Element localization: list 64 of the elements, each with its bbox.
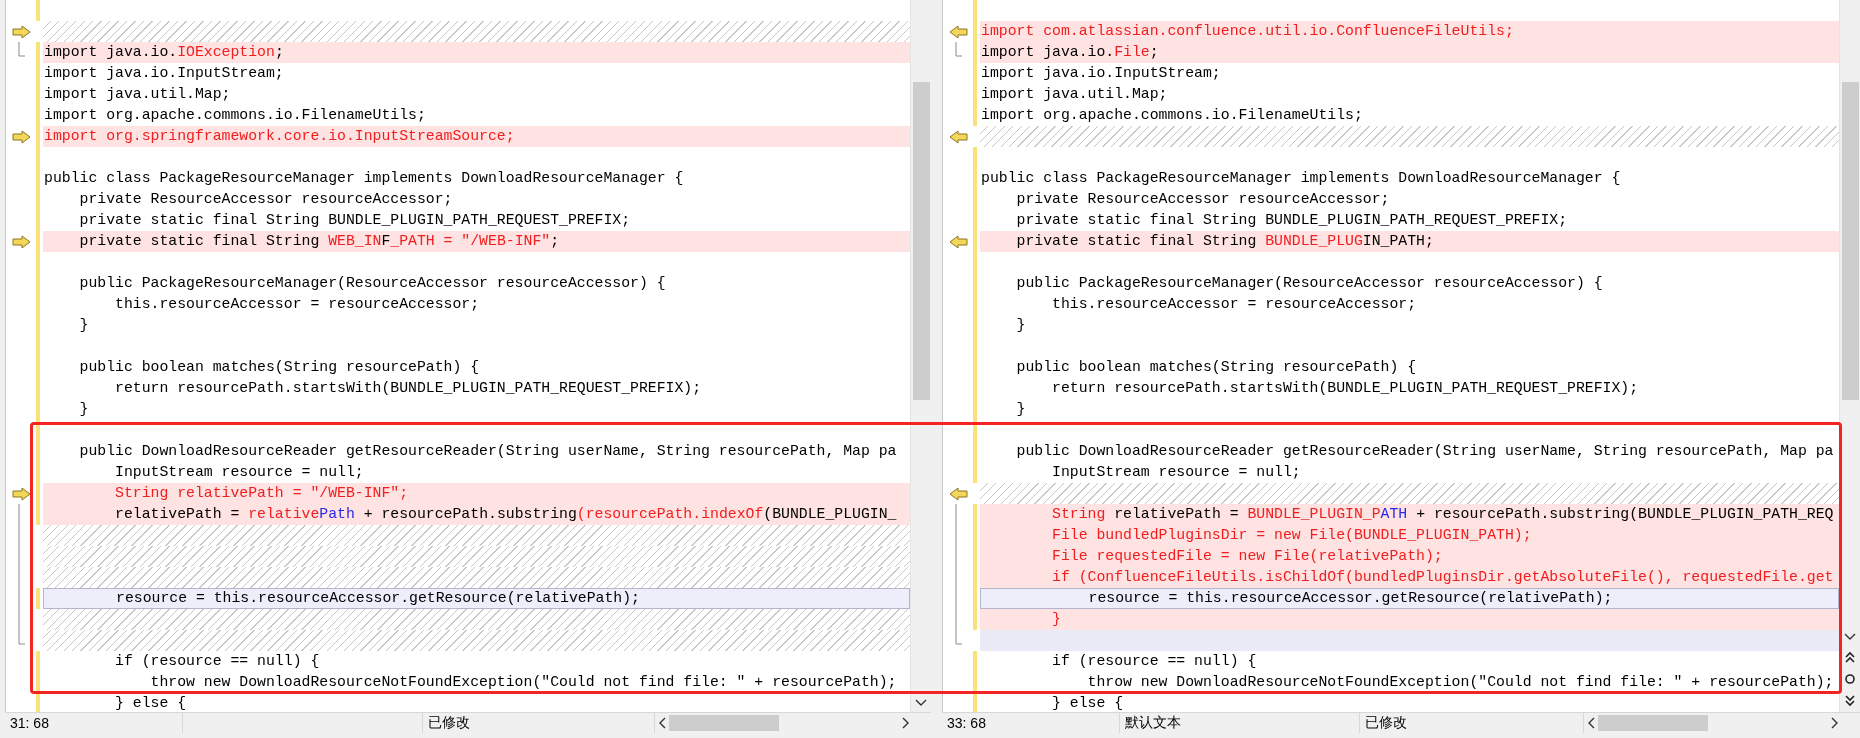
code-line: public PackageResourceManager(ResourceAccessor resourceAccessor) { — [1015, 274, 1604, 293]
gutter-marker — [36, 0, 40, 21]
chevron-down-icon[interactable] — [1844, 633, 1856, 642]
code-line: } — [1015, 400, 1027, 419]
arrow-icon[interactable] — [948, 24, 968, 39]
code-line: InputStream resource = null; — [114, 463, 365, 482]
code-line: import java.util.Map; — [980, 85, 1169, 104]
code-line: } else { — [114, 694, 188, 713]
code-line: if (resource == null) { — [1051, 652, 1258, 671]
code-line: return resourcePath.startsWith(BUNDLE_PLUGIN_PATH_REQUEST_PREFIX); — [114, 379, 703, 398]
code-line: import org.apache.commons.io.FilenameUtils; — [980, 106, 1364, 125]
code-line: import java.io.InputStream; — [43, 64, 285, 83]
code-line: public class PackageResourceManager implements DownloadResourceManager { — [980, 169, 1622, 188]
code-line: InputStream resource = null; — [1051, 463, 1302, 482]
code-line: } — [78, 400, 90, 419]
chevron-down-icon[interactable] — [915, 699, 927, 708]
code-line: public boolean matches(String resourcePath) { — [78, 358, 481, 377]
modified-label: 已修改 — [1365, 714, 1407, 732]
code-line: public PackageResourceManager(ResourceAccessor resourceAccessor) { — [78, 274, 667, 293]
code-line: private ResourceAccessor resourceAccessor; — [78, 190, 454, 209]
next-difference-icon[interactable] — [1844, 695, 1856, 708]
code-line: throw new DownloadResourceNotFoundException("Could not find file: " + resourcePath); — [1086, 673, 1835, 692]
code-line: if (resource == null) { — [114, 652, 321, 671]
code-line: import java.io.InputStream; — [980, 64, 1222, 83]
code-line: throw new DownloadResourceNotFoundException("Could not find file: " + resourcePath); — [149, 673, 898, 692]
code-line: return resourcePath.startsWith(BUNDLE_PLUGIN_PATH_REQUEST_PREFIX); — [1051, 379, 1640, 398]
previous-difference-icon[interactable] — [1844, 651, 1856, 664]
code-line: import org.apache.commons.io.FilenameUtils; — [43, 106, 427, 125]
code-line: private static final String BUNDLE_PLUGIN_PATH_REQUEST_PREFIX; — [1015, 211, 1569, 230]
code-line: public boolean matches(String resourcePath) { — [1015, 358, 1418, 377]
arrow-icon[interactable] — [948, 234, 968, 249]
modified-label: 已修改 — [428, 714, 470, 732]
scrollbar-thumb[interactable] — [1841, 82, 1859, 400]
gutter-marker — [36, 588, 40, 609]
chevron-left-icon[interactable] — [658, 717, 666, 729]
code-line: } — [78, 316, 90, 335]
code-line: private ResourceAccessor resourceAccessor; — [1015, 190, 1391, 209]
arrow-icon[interactable] — [11, 24, 31, 39]
chevron-left-icon[interactable] — [1587, 717, 1595, 729]
chevron-right-icon[interactable] — [902, 717, 910, 729]
code-line: public class PackageResourceManager implements DownloadResourceManager { — [43, 169, 685, 188]
arrow-icon[interactable] — [948, 486, 968, 501]
current-difference-icon[interactable] — [1844, 673, 1856, 686]
arrow-icon[interactable] — [11, 129, 31, 144]
encoding-label: 默认文本 — [1125, 714, 1181, 732]
code-line: public DownloadResourceReader getResourceReader(String userName, String resourcePath, Map pa — [1015, 442, 1835, 461]
code-line: private static final String BUNDLE_PLUGIN_PATH_REQUEST_PREFIX; — [78, 211, 632, 230]
arrow-icon[interactable] — [11, 234, 31, 249]
code-line: this.resourceAccessor = resourceAccessor; — [114, 295, 481, 314]
code-line: } else { — [1051, 694, 1125, 713]
scrollbar-thumb[interactable] — [669, 715, 779, 731]
arrow-icon[interactable] — [948, 129, 968, 144]
cursor-position: 31: 68 — [10, 715, 49, 731]
code-line: this.resourceAccessor = resourceAccessor; — [1051, 295, 1418, 314]
cursor-position: 33: 68 — [947, 715, 986, 731]
code-line: import java.util.Map; — [43, 85, 232, 104]
vertical-scrollbar[interactable] — [910, 0, 931, 713]
chevron-right-icon[interactable] — [1831, 717, 1839, 729]
vertical-scrollbar[interactable] — [1839, 0, 1860, 713]
code-line: } — [1015, 316, 1027, 335]
scrollbar-thumb[interactable] — [912, 82, 930, 400]
scrollbar-thumb[interactable] — [1598, 715, 1708, 731]
arrow-icon[interactable] — [11, 486, 31, 501]
code-line: public DownloadResourceReader getResourceReader(String userName, String resourcePath, Map pa — [78, 442, 898, 461]
